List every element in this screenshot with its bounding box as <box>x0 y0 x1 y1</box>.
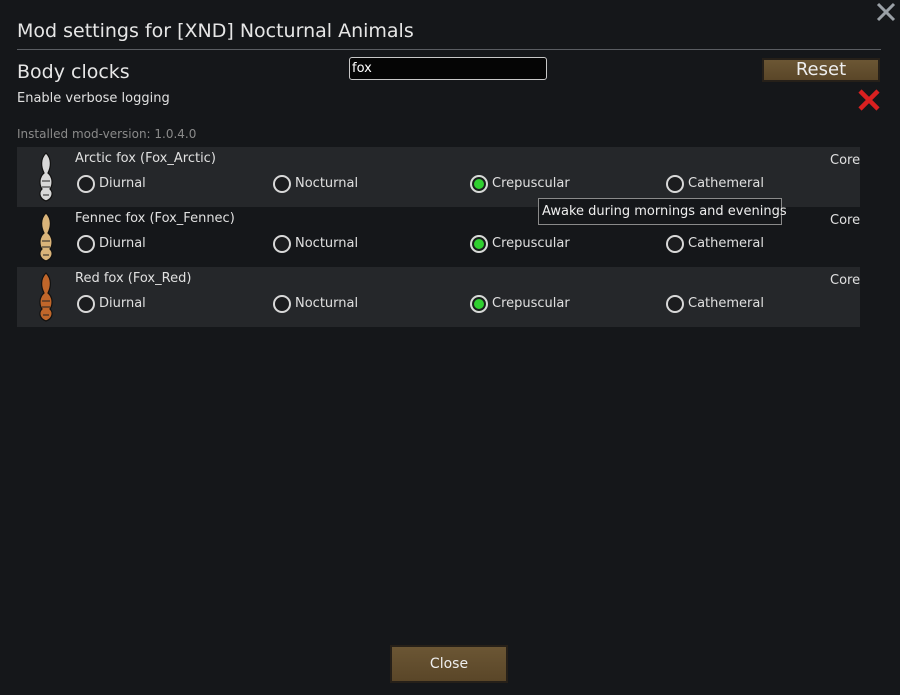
radio-button[interactable] <box>666 235 684 253</box>
tooltip: Awake during mornings and evenings <box>538 198 787 225</box>
radio-label: Nocturnal <box>295 236 359 251</box>
animal-name: Red fox (Fox_Red) <box>75 271 192 286</box>
radio-label: Crepuscular <box>492 236 570 251</box>
radio-label: Diurnal <box>99 236 146 251</box>
fox-icon <box>39 212 53 262</box>
search-input[interactable] <box>349 57 547 80</box>
radio-button[interactable] <box>470 175 488 193</box>
source-label: Core <box>830 273 861 288</box>
title-divider <box>17 49 881 50</box>
radio-label: Crepuscular <box>492 296 570 311</box>
source-label: Core <box>830 153 861 168</box>
radio-button[interactable] <box>470 235 488 253</box>
radio-button[interactable] <box>273 295 291 313</box>
window-title: Mod settings for [XND] Nocturnal Animals <box>17 20 414 42</box>
source-label: Core <box>830 213 861 228</box>
radio-button[interactable] <box>273 235 291 253</box>
radio-label: Cathemeral <box>688 176 764 191</box>
radio-label: Nocturnal <box>295 176 359 191</box>
clear-filter-icon[interactable] <box>857 88 881 112</box>
radio-button[interactable] <box>77 295 95 313</box>
animal-name: Fennec fox (Fox_Fennec) <box>75 211 235 226</box>
radio-button[interactable] <box>470 295 488 313</box>
close-button[interactable]: Close <box>390 645 508 683</box>
radio-label: Diurnal <box>99 176 146 191</box>
mod-version-label: Installed mod-version: 1.0.4.0 <box>17 127 197 141</box>
radio-button[interactable] <box>77 175 95 193</box>
radio-label: Nocturnal <box>295 296 359 311</box>
radio-label: Crepuscular <box>492 176 570 191</box>
mod-settings-window: Mod settings for [XND] Nocturnal Animals… <box>0 0 900 695</box>
radio-button[interactable] <box>273 175 291 193</box>
section-title: Body clocks <box>17 61 130 83</box>
verbose-logging-toggle[interactable]: Enable verbose logging <box>17 91 170 106</box>
radio-label: Diurnal <box>99 296 146 311</box>
radio-button[interactable] <box>666 175 684 193</box>
animal-name: Arctic fox (Fox_Arctic) <box>75 151 216 166</box>
fox-icon <box>39 152 53 202</box>
radio-label: Cathemeral <box>688 236 764 251</box>
close-window-icon[interactable] <box>874 0 898 24</box>
radio-button[interactable] <box>666 295 684 313</box>
radio-button[interactable] <box>77 235 95 253</box>
reset-button[interactable]: Reset <box>762 58 880 82</box>
fox-icon <box>39 272 53 322</box>
animal-row: Red fox (Fox_Red) Core Diurnal Nocturnal Cre… <box>17 267 860 327</box>
radio-label: Cathemeral <box>688 296 764 311</box>
